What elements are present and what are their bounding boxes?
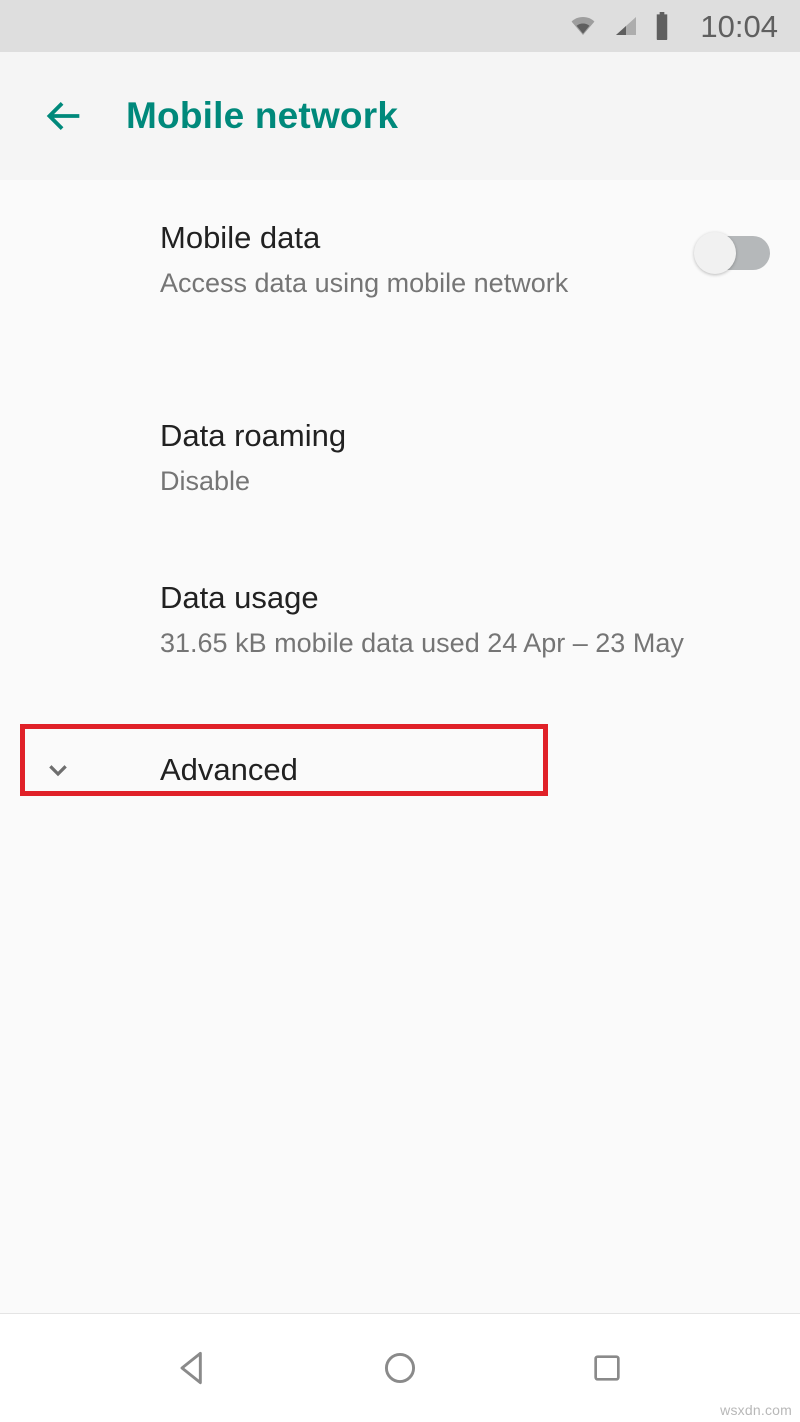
home-circle-icon [384,1352,416,1384]
preference-text: Data usage 31.65 kB mobile data used 24 … [160,582,772,661]
preference-data-usage[interactable]: Data usage 31.65 kB mobile data used 24 … [0,582,800,661]
toggle-knob [694,232,736,274]
nav-back-button[interactable] [153,1328,233,1408]
advanced-label: Advanced [160,752,298,787]
back-triangle-icon [180,1351,203,1385]
watermark: wsxdn.com [720,1402,792,1418]
page-title: Mobile network [126,95,399,136]
recents-square-icon [593,1355,620,1381]
settings-list: Mobile data Access data using mobile net… [0,180,800,1313]
preference-title: Data usage [160,580,319,615]
preference-summary: Disable [160,466,251,496]
advanced-expander[interactable]: Advanced [0,728,800,812]
nav-recents-button[interactable] [567,1328,647,1408]
preference-text: Data roaming Disable [160,420,772,499]
status-bar: 10:04 [0,0,800,52]
back-arrow-icon [46,102,80,130]
preference-summary: 31.65 kB mobile data used 24 Apr – 23 Ma… [160,628,684,658]
wifi-icon [572,17,595,35]
cellular-signal-icon [616,17,637,35]
status-bar-icons: 10:04 [568,11,778,42]
preference-summary: Access data using mobile network [160,268,569,298]
preference-mobile-data[interactable]: Mobile data Access data using mobile net… [0,222,800,301]
status-bar-clock: 10:04 [700,8,778,44]
battery-icon [657,12,668,40]
back-button[interactable] [28,80,100,152]
preference-data-roaming[interactable]: Data roaming Disable [0,420,800,499]
preference-text: Mobile data Access data using mobile net… [160,222,674,301]
chevron-down-icon [38,750,78,790]
preference-title: Mobile data [160,220,321,255]
app-bar: Mobile network [0,52,800,186]
nav-home-button[interactable] [360,1328,440,1408]
mobile-data-toggle[interactable] [694,232,772,274]
preference-title: Data roaming [160,418,347,453]
android-navigation-bar [0,1313,800,1422]
chevron-down-glyph [49,765,67,777]
